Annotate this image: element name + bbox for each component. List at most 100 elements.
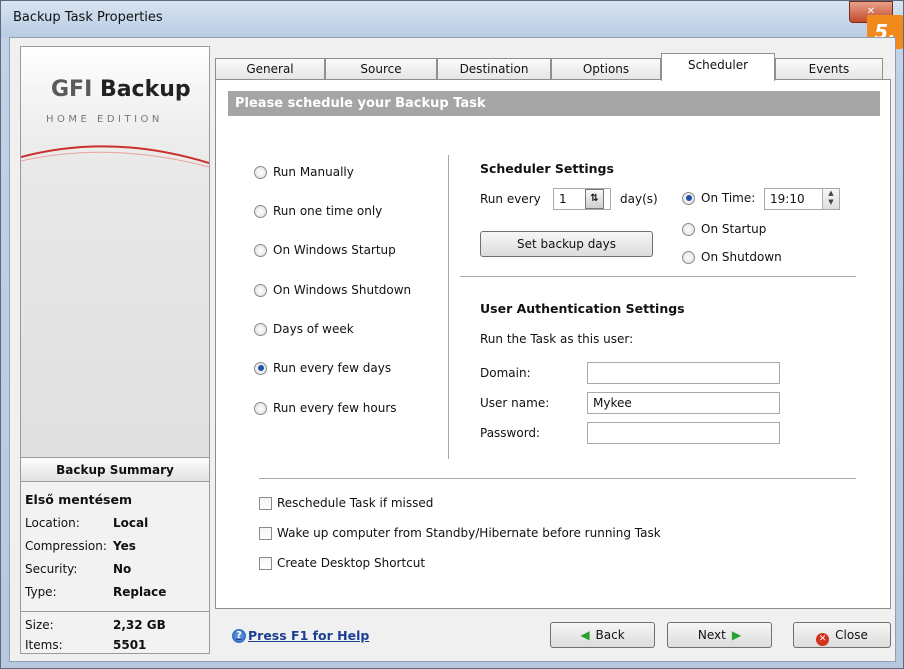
- logo-swoosh-icon: [21, 145, 209, 168]
- vertical-divider: [448, 155, 449, 459]
- radio-indicator[interactable]: [254, 283, 267, 297]
- scheduler-panel: Please schedule your Backup Task Run Man…: [215, 79, 891, 609]
- radio-run-manually[interactable]: Run Manually: [254, 165, 354, 179]
- radio-on-time[interactable]: On Time:: [682, 191, 755, 205]
- summary-key: Size:: [25, 618, 54, 632]
- on-time-value: 19:10: [770, 192, 805, 206]
- backup-task-properties-window: Backup Task Properties ✕ 5. GFI Backup H…: [0, 0, 904, 669]
- radio-run-every-few-hours[interactable]: Run every few hours: [254, 401, 397, 415]
- next-button[interactable]: Next ▶: [667, 622, 772, 648]
- radio-on-shutdown[interactable]: On Shutdown: [682, 250, 782, 264]
- help-link-text[interactable]: Press F1 for Help: [248, 628, 369, 643]
- radio-label: Days of week: [273, 322, 354, 336]
- summary-key: Items:: [25, 638, 63, 652]
- close-icon: ✕: [816, 633, 830, 646]
- backup-summary: Backup Summary Első mentésem Location: Lo…: [21, 457, 209, 653]
- reschedule-checkbox[interactable]: Reschedule Task if missed: [259, 496, 433, 510]
- checkbox-box[interactable]: [259, 496, 272, 510]
- radio-indicator[interactable]: [254, 401, 267, 415]
- tab-destination[interactable]: Destination: [437, 58, 551, 80]
- radio-label: On Time:: [701, 191, 756, 205]
- back-button[interactable]: ◀ Back: [550, 622, 655, 648]
- summary-row-compression: Compression: Yes: [25, 539, 136, 553]
- close-button[interactable]: ✕ Close: [793, 622, 891, 648]
- dialog-body: GFI Backup HOME EDITION Backup Summary E…: [9, 37, 896, 662]
- radio-on-startup[interactable]: On Startup: [682, 222, 766, 236]
- tab-general[interactable]: General: [215, 58, 325, 80]
- help-icon: ?: [232, 628, 246, 643]
- arrow-right-icon: ▶: [731, 628, 742, 642]
- scheduler-settings-title: Scheduler Settings: [480, 161, 614, 176]
- time-spinner[interactable]: ▲ ▼: [822, 189, 839, 209]
- checkbox-box[interactable]: [259, 526, 272, 540]
- section-divider: [460, 276, 856, 277]
- summary-row-size: Size: 2,32 GB: [25, 618, 166, 632]
- tab-events[interactable]: Events: [775, 58, 883, 80]
- run-every-spinner[interactable]: ⇅: [585, 189, 604, 209]
- radio-indicator[interactable]: [254, 243, 267, 257]
- radio-label: On Windows Startup: [273, 243, 396, 257]
- tab-options[interactable]: Options: [551, 58, 661, 80]
- radio-label: Run Manually: [273, 165, 354, 179]
- radio-label: On Windows Shutdown: [273, 283, 412, 297]
- summary-title: Backup Summary: [21, 458, 209, 482]
- options-divider: [259, 478, 856, 479]
- radio-label: On Startup: [701, 222, 767, 236]
- radio-days-of-week[interactable]: Days of week: [254, 322, 354, 336]
- username-input[interactable]: Mykee: [587, 392, 780, 414]
- checkbox-label: Reschedule Task if missed: [277, 496, 434, 510]
- help-link[interactable]: ? Press F1 for Help: [232, 628, 369, 643]
- logo-gfi-text: GFI: [51, 77, 100, 102]
- summary-value: 5501: [113, 638, 147, 652]
- domain-label: Domain:: [480, 366, 531, 380]
- wake-up-checkbox[interactable]: Wake up computer from Standby/Hibernate …: [259, 526, 661, 540]
- auth-subtitle: Run the Task as this user:: [480, 332, 634, 346]
- domain-input[interactable]: [587, 362, 780, 384]
- radio-indicator[interactable]: [254, 361, 267, 375]
- run-every-unit: day(s): [620, 192, 658, 206]
- summary-value: Replace: [113, 585, 167, 599]
- run-every-label: Run every: [480, 192, 541, 206]
- summary-key: Security:: [25, 562, 78, 576]
- checkbox-label: Wake up computer from Standby/Hibernate …: [277, 526, 661, 540]
- checkbox-label: Create Desktop Shortcut: [277, 556, 426, 570]
- password-label: Password:: [480, 426, 541, 440]
- radio-indicator[interactable]: [254, 204, 267, 218]
- tab-scheduler[interactable]: Scheduler: [661, 53, 775, 81]
- close-label: Close: [835, 628, 868, 642]
- radio-on-windows-shutdown[interactable]: On Windows Shutdown: [254, 283, 411, 297]
- checkbox-box[interactable]: [259, 556, 272, 570]
- summary-key: Location:: [25, 516, 80, 530]
- panel-banner: Please schedule your Backup Task: [228, 91, 880, 116]
- title-bar[interactable]: Backup Task Properties ✕: [1, 1, 903, 37]
- summary-value: No: [113, 562, 132, 576]
- summary-row-type: Type: Replace: [25, 585, 166, 599]
- radio-indicator[interactable]: [254, 165, 267, 179]
- radio-indicator[interactable]: [682, 191, 695, 205]
- radio-indicator[interactable]: [682, 250, 695, 264]
- radio-indicator[interactable]: [254, 322, 267, 336]
- summary-value: 2,32 GB: [113, 618, 166, 632]
- radio-label: Run one time only: [273, 204, 383, 218]
- desktop-shortcut-checkbox[interactable]: Create Desktop Shortcut: [259, 556, 425, 570]
- tab-source[interactable]: Source: [325, 58, 437, 80]
- radio-on-windows-startup[interactable]: On Windows Startup: [254, 243, 396, 257]
- set-backup-days-button[interactable]: Set backup days: [480, 231, 653, 257]
- summary-row-security: Security: No: [25, 562, 131, 576]
- summary-task-name: Első mentésem: [25, 492, 133, 507]
- auth-settings-title: User Authentication Settings: [480, 301, 685, 316]
- radio-run-one-time[interactable]: Run one time only: [254, 204, 382, 218]
- summary-row-items: Items: 5501: [25, 638, 146, 652]
- summary-value: Local: [113, 516, 149, 530]
- radio-run-every-few-days[interactable]: Run every few days: [254, 361, 391, 375]
- logo-edition: HOME EDITION: [46, 114, 163, 125]
- username-label: User name:: [480, 396, 550, 410]
- summary-divider: [21, 611, 209, 612]
- back-label: Back: [595, 628, 625, 642]
- password-input[interactable]: [587, 422, 780, 444]
- next-label: Next: [697, 628, 726, 642]
- on-time-input[interactable]: 19:10 ▲ ▼: [764, 188, 840, 210]
- radio-indicator[interactable]: [682, 222, 695, 236]
- summary-value: Yes: [113, 539, 136, 553]
- window-title: Backup Task Properties: [13, 10, 163, 25]
